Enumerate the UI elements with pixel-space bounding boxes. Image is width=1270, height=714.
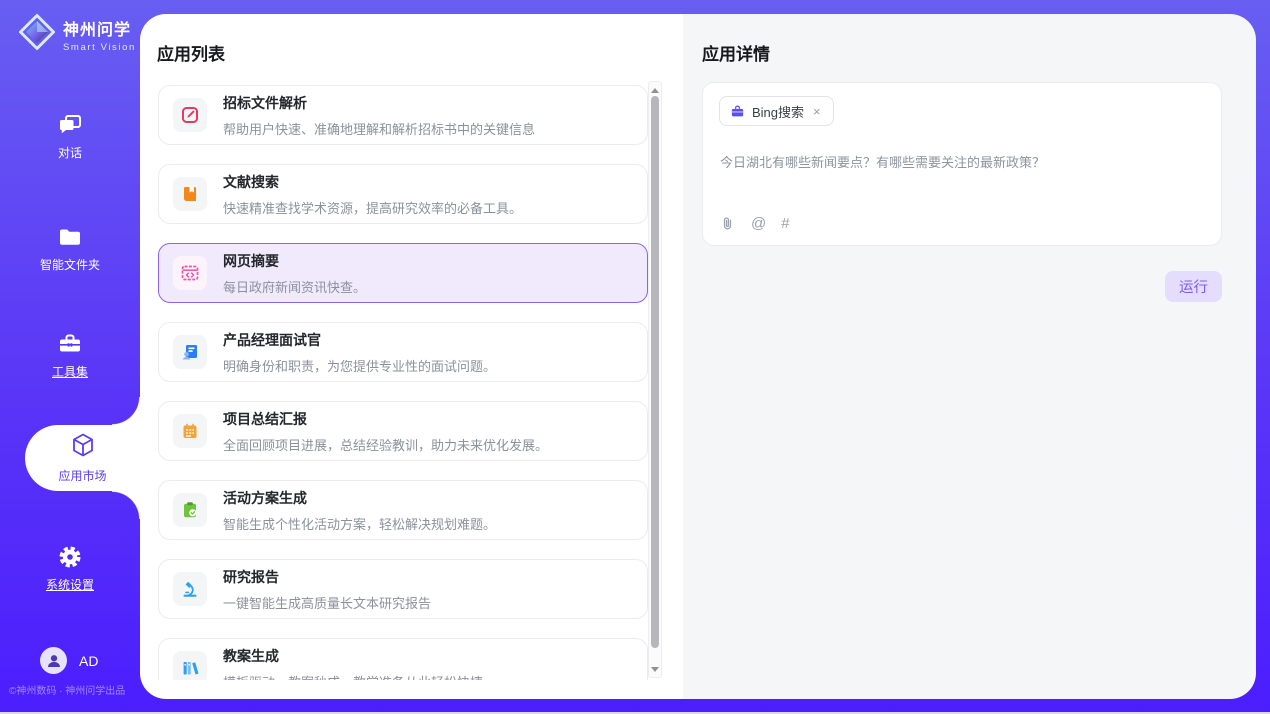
main-content: 应用列表 招标文件解析 帮助用户快速、准确地理解和解析招标书中的关键信息: [140, 14, 1256, 699]
tab-curve-bottom: [112, 491, 140, 519]
person-icon: [42, 649, 66, 673]
app-card-title: 文献搜索: [223, 172, 522, 192]
brand-name: 神州问学: [63, 16, 136, 40]
app-card-research-report[interactable]: 研究报告 一键智能生成高质量长文本研究报告: [158, 559, 648, 619]
mention-button[interactable]: @: [751, 215, 766, 232]
sidebar-item-label: 智能文件夹: [40, 258, 100, 272]
brand-subtitle: Smart Vision: [63, 42, 136, 53]
app-card-title: 产品经理面试官: [223, 330, 496, 350]
app-card-desc: 快速精准查找学术资源，提高研究效率的必备工具。: [223, 198, 522, 217]
app-card-title: 招标文件解析: [223, 93, 535, 113]
app-card-desc: 明确身份和职责，为您提供专业性的面试问题。: [223, 356, 496, 375]
app-card-desc: 全面回顾项目进展，总结经验教训，助力未来优化发展。: [223, 435, 548, 454]
sidebar-item-smart-folders[interactable]: 智能文件夹: [0, 224, 140, 274]
sidebar-item-app-market[interactable]: 应用市场: [25, 425, 140, 491]
sidebar-item-chat[interactable]: 对话: [0, 112, 140, 162]
bid-edit-icon: [173, 98, 207, 132]
copyright-text: ©神州数码 · 神州问学出品: [9, 682, 141, 697]
microscope-icon: [173, 572, 207, 606]
attachment-icon: [719, 215, 736, 232]
sidebar-item-label: 应用市场: [58, 467, 106, 484]
app-list-title: 应用列表: [157, 40, 225, 65]
app-list-panel: 应用列表 招标文件解析 帮助用户快速、准确地理解和解析招标书中的关键信息: [140, 14, 683, 699]
prompt-input[interactable]: 今日湖北有哪些新闻要点？有哪些需要关注的最新政策？: [720, 152, 1205, 171]
user-name: AD: [79, 653, 98, 669]
app-card-title: 研究报告: [223, 567, 431, 587]
toolbox-icon: [57, 331, 83, 357]
app-card-desc: 一键智能生成高质量长文本研究报告: [223, 593, 431, 612]
app-card-title: 网页摘要: [223, 251, 366, 271]
brand-logo-icon: [18, 13, 56, 56]
app-card-lesson-plan[interactable]: 教案生成 模板驱动，教案秒成，教学准备从此轻松快捷: [158, 638, 648, 680]
tag-close-icon[interactable]: ×: [811, 103, 823, 120]
app-card-project-report[interactable]: 项目总结汇报 全面回顾项目进展，总结经验教训，助力未来优化发展。: [158, 401, 648, 461]
app-detail-panel: 应用详情 Bing搜索 × 今日湖北有哪些新闻要点？有哪些需要关注的最新政策？: [683, 14, 1256, 699]
folder-icon: [57, 224, 83, 250]
tool-tag-bing-search[interactable]: Bing搜索 ×: [719, 96, 834, 126]
books-icon: [173, 651, 207, 680]
app-card-desc: 每日政府新闻资讯快查。: [223, 277, 366, 296]
gear-icon: [57, 544, 83, 570]
app-card-title: 活动方案生成: [223, 488, 496, 508]
app-card-event-plan[interactable]: 活动方案生成 智能生成个性化活动方案，轻松解决规划难题。: [158, 480, 648, 540]
app-list: 招标文件解析 帮助用户快速、准确地理解和解析招标书中的关键信息 文献搜索 快速精…: [158, 83, 648, 680]
scroll-up-button[interactable]: [649, 84, 661, 96]
person-document-icon: [173, 335, 207, 369]
user-profile[interactable]: AD: [40, 647, 98, 674]
scrollbar[interactable]: [648, 81, 662, 678]
user-avatar[interactable]: [40, 647, 67, 674]
brand: 神州问学 Smart Vision: [18, 13, 136, 56]
cube-icon: [70, 432, 96, 463]
hash-icon: #: [781, 215, 789, 232]
tool-tag-label: Bing搜索: [752, 102, 804, 121]
chat-icon: [57, 112, 83, 138]
composer-toolbar: @ #: [719, 215, 790, 232]
app-card-literature-search[interactable]: 文献搜索 快速精准查找学术资源，提高研究效率的必备工具。: [158, 164, 648, 224]
sidebar-item-label: 对话: [58, 146, 82, 160]
app-card-desc: 模板驱动，教案秒成，教学准备从此轻松快捷: [223, 672, 483, 681]
sidebar-item-label: 工具集: [52, 365, 88, 379]
scroll-down-button[interactable]: [649, 663, 661, 675]
app-card-title: 教案生成: [223, 646, 483, 666]
sidebar-item-system-settings[interactable]: 系统设置: [0, 544, 140, 594]
tab-curve-top: [112, 397, 140, 425]
book-icon: [173, 177, 207, 211]
sidebar: 神州问学 Smart Vision 对话 智能文件夹: [0, 0, 140, 714]
app-card-desc: 智能生成个性化活动方案，轻松解决规划难题。: [223, 514, 496, 533]
run-button[interactable]: 运行: [1165, 271, 1222, 302]
notepad-icon: [173, 414, 207, 448]
briefcase-icon: [730, 104, 745, 119]
app-detail-title: 应用详情: [702, 40, 770, 65]
attachment-button[interactable]: [719, 215, 736, 232]
sidebar-item-toolset[interactable]: 工具集: [0, 331, 140, 381]
app-card-desc: 帮助用户快速、准确地理解和解析招标书中的关键信息: [223, 119, 535, 138]
app-card-title: 项目总结汇报: [223, 409, 548, 429]
sidebar-item-label: 系统设置: [46, 578, 94, 592]
browser-code-icon: [173, 256, 207, 290]
scrollbar-thumb[interactable]: [651, 96, 659, 648]
mention-icon: @: [751, 215, 766, 232]
app-card-bid-analysis[interactable]: 招标文件解析 帮助用户快速、准确地理解和解析招标书中的关键信息: [158, 85, 648, 145]
app-card-web-summary[interactable]: 网页摘要 每日政府新闻资讯快查。: [158, 243, 648, 303]
app-card-pm-interviewer[interactable]: 产品经理面试官 明确身份和职责，为您提供专业性的面试问题。: [158, 322, 648, 382]
prompt-card: Bing搜索 × 今日湖北有哪些新闻要点？有哪些需要关注的最新政策？ @ #: [702, 82, 1222, 246]
topic-button[interactable]: #: [781, 215, 789, 232]
app-window: { "brand": { "name": "神州问学", "subtitle":…: [0, 0, 1270, 714]
clipboard-check-icon: [173, 493, 207, 527]
